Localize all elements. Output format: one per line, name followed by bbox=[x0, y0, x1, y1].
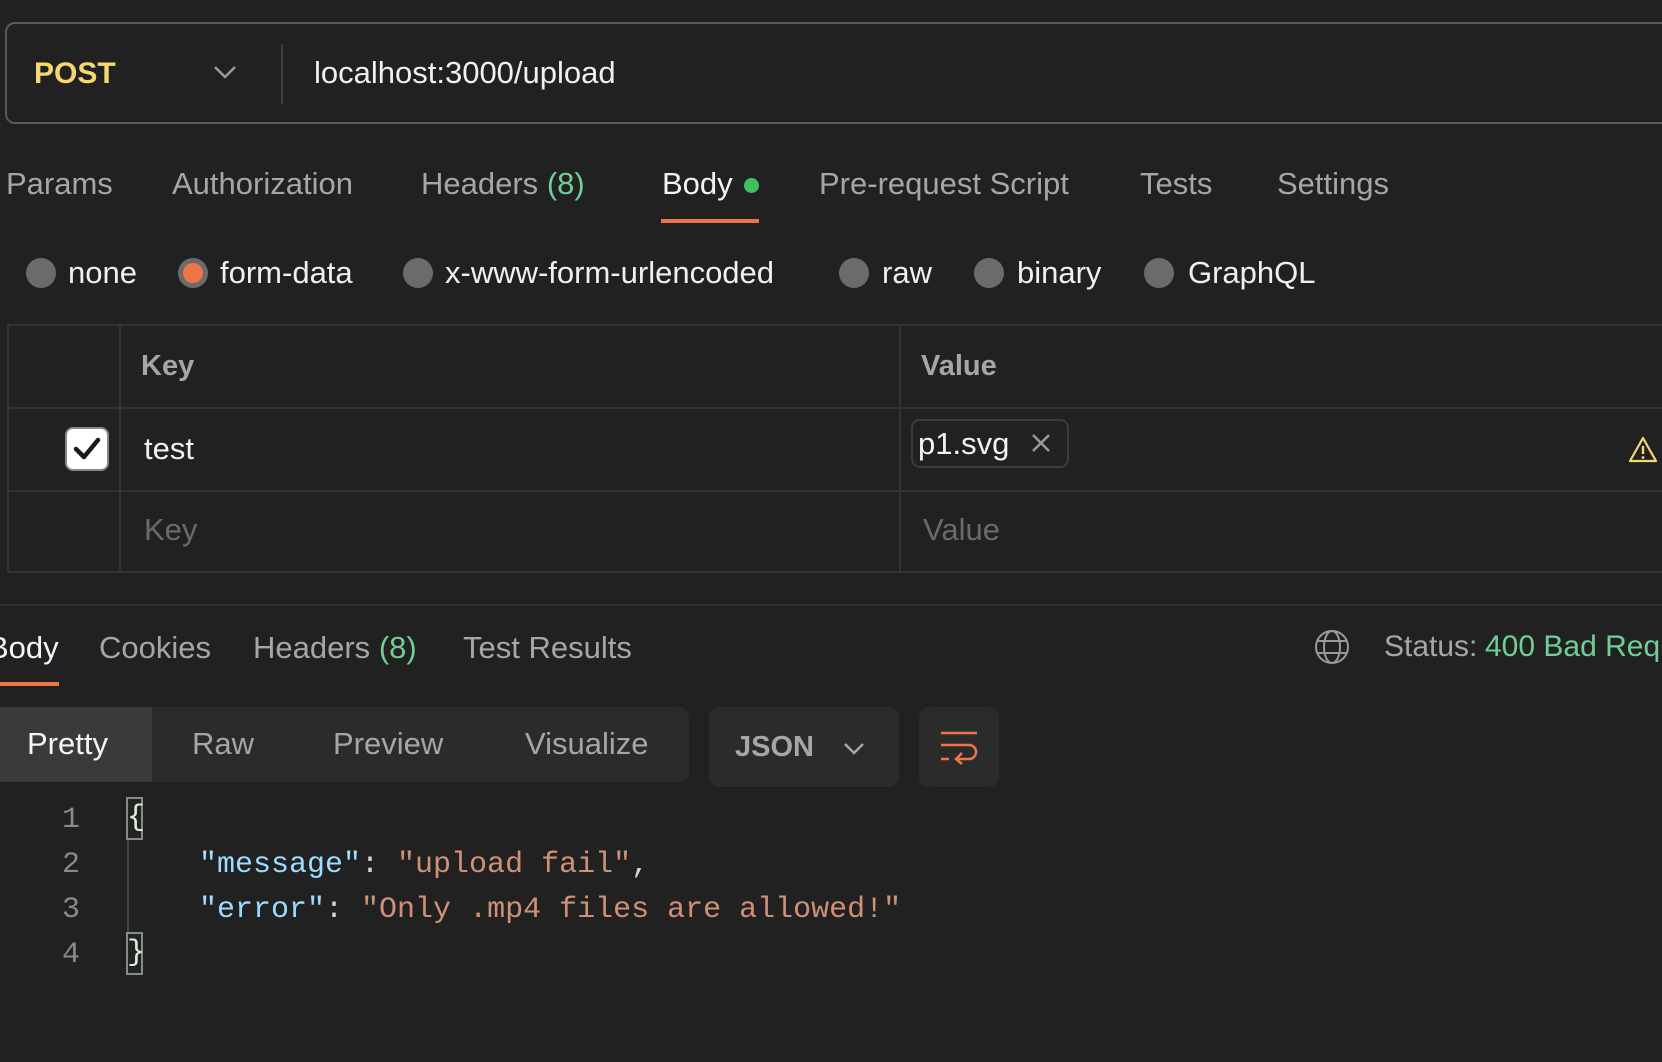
tab-authorization[interactable]: Authorization bbox=[172, 166, 353, 202]
radio-binary[interactable] bbox=[974, 258, 1004, 288]
radio-none[interactable] bbox=[26, 258, 56, 288]
radio-label-x-www-form-urlencoded[interactable]: x-www-form-urlencoded bbox=[445, 255, 774, 291]
method-select[interactable]: POST bbox=[34, 57, 116, 91]
response-tab-cookies[interactable]: Cookies bbox=[99, 630, 211, 666]
tab-label: Headers bbox=[421, 166, 539, 201]
response-tab-test-results[interactable]: Test Results bbox=[463, 630, 632, 666]
code-line: "message": "upload fail", bbox=[199, 848, 650, 882]
column-header-key: Key bbox=[141, 350, 195, 382]
active-tab-indicator bbox=[661, 219, 759, 223]
json-value: "Only .mp4 files are allowed!" bbox=[361, 893, 902, 927]
tab-label: Pre-request Script bbox=[819, 166, 1069, 201]
column-header-value: Value bbox=[921, 350, 997, 382]
url-bar bbox=[5, 22, 1662, 124]
checkmark-icon bbox=[73, 437, 101, 460]
line-number: 4 bbox=[61, 938, 80, 972]
json-key: "error" bbox=[199, 893, 326, 927]
pane-divider[interactable] bbox=[0, 604, 1662, 606]
code-line: "error": "Only .mp4 files are allowed!" bbox=[199, 893, 902, 927]
tab-label: Test Results bbox=[463, 630, 632, 665]
view-mode-raw[interactable]: Raw bbox=[192, 726, 254, 762]
view-mode-preview[interactable]: Preview bbox=[333, 726, 443, 762]
form-data-table bbox=[7, 324, 1662, 573]
json-value: "upload fail" bbox=[397, 848, 632, 882]
tab-label: Tests bbox=[1140, 166, 1213, 201]
tab-label: Headers bbox=[253, 630, 371, 665]
tab-label: Settings bbox=[1277, 166, 1390, 201]
table-divider bbox=[119, 324, 121, 573]
new-key-input[interactable]: Key bbox=[144, 512, 197, 548]
line-number: 2 bbox=[61, 848, 80, 882]
row-key-input[interactable]: test bbox=[144, 431, 194, 467]
view-mode-visualize[interactable]: Visualize bbox=[525, 726, 649, 762]
tab-settings[interactable]: Settings bbox=[1277, 166, 1389, 202]
radio-x-www-form-urlencoded[interactable] bbox=[403, 258, 433, 288]
tab-pre-request-script[interactable]: Pre-request Script bbox=[819, 166, 1069, 202]
status-value: 400 Bad Request bbox=[1485, 630, 1662, 663]
radio-label-graphql[interactable]: GraphQL bbox=[1188, 255, 1316, 291]
open-brace: { bbox=[127, 801, 146, 835]
table-divider bbox=[7, 490, 1662, 492]
tab-label: Params bbox=[6, 166, 113, 201]
radio-raw[interactable] bbox=[839, 258, 869, 288]
tab-label: Cookies bbox=[99, 630, 211, 665]
line-number: 3 bbox=[61, 893, 80, 927]
tab-params[interactable]: Params bbox=[6, 166, 113, 202]
json-key: "message" bbox=[199, 848, 362, 882]
warning-icon[interactable] bbox=[1628, 435, 1658, 465]
close-brace: } bbox=[127, 936, 146, 970]
chevron-down-icon bbox=[844, 743, 864, 755]
tab-tests[interactable]: Tests bbox=[1140, 166, 1212, 202]
line-number: 1 bbox=[61, 803, 80, 837]
radio-graphql[interactable] bbox=[1144, 258, 1174, 288]
table-divider bbox=[899, 324, 901, 573]
radio-label-none[interactable]: none bbox=[68, 255, 137, 291]
tab-label: Authorization bbox=[172, 166, 353, 201]
chevron-down-icon[interactable] bbox=[212, 62, 238, 82]
radio-label-raw[interactable]: raw bbox=[882, 255, 932, 291]
globe-icon[interactable] bbox=[1313, 628, 1351, 666]
body-modified-dot bbox=[744, 178, 759, 193]
radio-form-data[interactable] bbox=[178, 258, 208, 288]
headers-count: (8) bbox=[546, 166, 585, 201]
json-comma: , bbox=[631, 848, 650, 882]
response-tab-headers[interactable]: Headers (8) bbox=[253, 630, 417, 666]
radio-label-form-data[interactable]: form-data bbox=[220, 255, 353, 291]
indent-guide bbox=[127, 840, 129, 932]
format-label: JSON bbox=[735, 731, 814, 763]
file-name: p1.svg bbox=[918, 426, 1010, 461]
remove-file-icon[interactable] bbox=[1030, 432, 1052, 454]
url-divider bbox=[281, 44, 283, 104]
url-input[interactable]: localhost:3000/upload bbox=[314, 55, 616, 91]
tab-headers[interactable]: Headers (8) bbox=[421, 166, 585, 202]
new-value-input[interactable]: Value bbox=[923, 512, 1000, 548]
headers-count: (8) bbox=[378, 630, 417, 665]
tab-label: Body bbox=[0, 630, 59, 665]
row-enabled-checkbox[interactable] bbox=[65, 427, 109, 471]
tab-label: Body bbox=[662, 166, 733, 201]
active-tab-indicator bbox=[0, 682, 59, 686]
view-mode-pretty[interactable]: Pretty bbox=[27, 726, 108, 762]
radio-label-binary[interactable]: binary bbox=[1017, 255, 1101, 291]
wrap-lines-icon bbox=[941, 731, 978, 765]
response-tab-body[interactable]: Body bbox=[0, 630, 59, 666]
table-divider bbox=[7, 407, 1662, 409]
status-label: Status: bbox=[1384, 630, 1478, 663]
tab-body[interactable]: Body bbox=[662, 166, 733, 202]
